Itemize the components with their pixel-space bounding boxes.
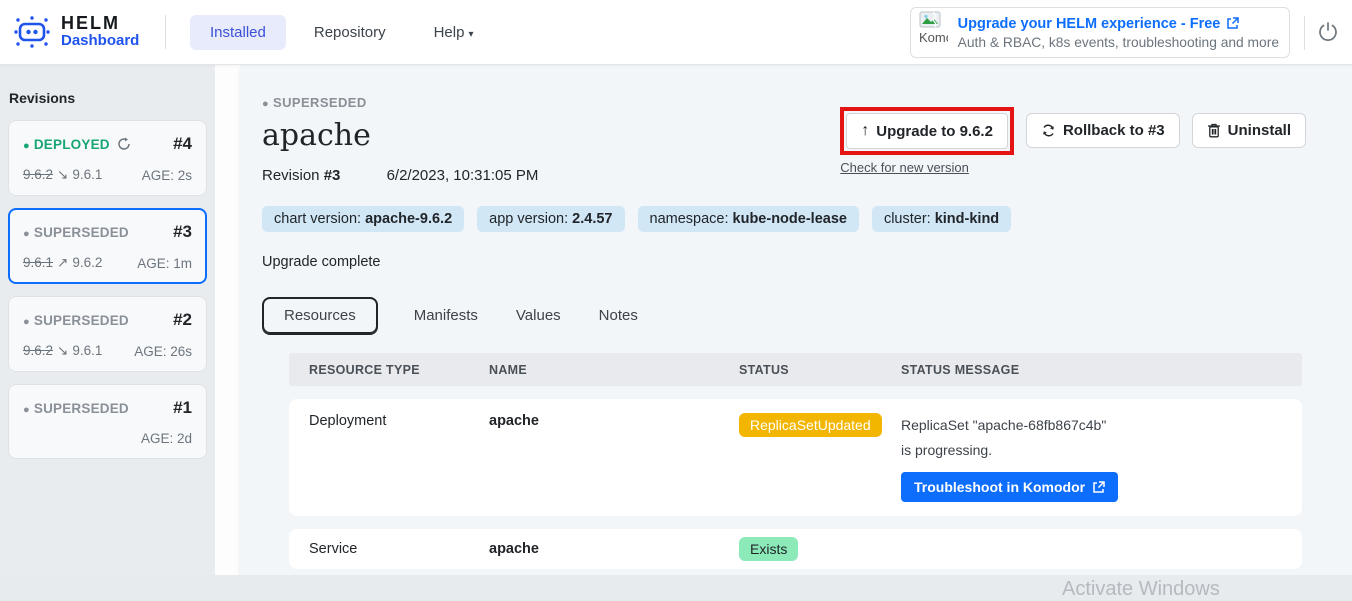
- helm-logo-icon: [12, 12, 52, 52]
- status-message-cell: ReplicaSet "apache-68fb867c4b" is progre…: [901, 413, 1116, 463]
- table-header-row: RESOURCE TYPE NAME STATUS STATUS MESSAGE: [289, 353, 1302, 386]
- status-dot-icon: ●: [23, 404, 30, 416]
- release-meta-chips: chart version: apache-9.6.2 app version:…: [262, 206, 1352, 232]
- logo-line2: Dashboard: [61, 33, 139, 50]
- revision-age: AGE: 1m: [137, 256, 192, 271]
- up-arrow-icon: ↑: [861, 122, 869, 140]
- upgrade-button[interactable]: ↑ Upgrade to 9.6.2: [846, 113, 1008, 149]
- status-dot-icon: ●: [23, 316, 30, 328]
- release-status-message: Upgrade complete: [262, 254, 1352, 270]
- external-link-icon: [1092, 481, 1105, 494]
- revision-card-2[interactable]: ●SUPERSEDED #2 9.6.2↘9.6.1 AGE: 26s: [8, 296, 207, 372]
- rollback-icon: [1041, 123, 1056, 138]
- resource-name-cell: apache: [489, 413, 739, 429]
- revision-number: #3: [173, 222, 192, 242]
- status-badge: Exists: [739, 537, 798, 561]
- revision-status: ●SUPERSEDED: [23, 313, 129, 328]
- rollback-button[interactable]: Rollback to #3: [1026, 113, 1180, 148]
- version-change: 9.6.1↗9.6.2: [23, 255, 102, 271]
- app-version-chip: app version: 2.4.57: [477, 206, 624, 232]
- bottom-band: Activate Windows: [0, 575, 1352, 601]
- revision-card-4[interactable]: ●DEPLOYED #4 9.6.2↘9.6.1 AGE: 2s: [8, 120, 207, 196]
- resource-name-cell: apache: [489, 541, 739, 557]
- revision-number: #4: [173, 134, 192, 154]
- namespace-chip: namespace: kube-node-lease: [638, 206, 859, 232]
- trend-down-icon: ↘: [57, 343, 68, 358]
- logo-line1: HELM: [61, 14, 139, 33]
- release-actions: ↑ Upgrade to 9.6.2 Check for new version…: [840, 107, 1306, 175]
- reload-icon: [117, 137, 131, 151]
- content-gutter: [215, 65, 240, 575]
- revision-number: #3: [324, 167, 341, 184]
- nav-item-help[interactable]: Help▾: [414, 15, 494, 50]
- activate-windows-watermark: Activate Windows: [1062, 578, 1220, 601]
- col-status: STATUS: [739, 363, 901, 377]
- release-detail-panel: ●SUPERSEDED apache Revision #3 6/2/2023,…: [240, 65, 1352, 575]
- resource-type-cell: Service: [309, 541, 489, 557]
- trend-up-icon: ↗: [57, 255, 68, 270]
- caret-down-icon: ▾: [468, 29, 473, 40]
- revision-status: ●DEPLOYED: [23, 137, 110, 152]
- komodor-broken-image: Komod: [919, 11, 948, 54]
- revision-status: ●SUPERSEDED: [23, 401, 129, 416]
- resource-type-cell: Deployment: [309, 413, 489, 429]
- power-icon[interactable]: [1317, 21, 1339, 43]
- revision-number: #1: [173, 398, 192, 418]
- version-change: 9.6.2↘9.6.1: [23, 343, 102, 359]
- tab-notes[interactable]: Notes: [597, 298, 640, 333]
- status-dot-icon: ●: [23, 140, 30, 152]
- komodor-image-alt-text: Komod: [919, 30, 948, 45]
- revision-number: #2: [173, 310, 192, 330]
- external-link-icon: [1226, 17, 1239, 30]
- tab-manifests[interactable]: Manifests: [412, 298, 480, 333]
- nav-divider: [165, 15, 166, 49]
- trend-down-icon: ↘: [57, 167, 68, 182]
- col-resource-type: RESOURCE TYPE: [309, 363, 489, 377]
- cluster-chip: cluster: kind-kind: [872, 206, 1011, 232]
- troubleshoot-komodor-button[interactable]: Troubleshoot in Komodor: [901, 472, 1118, 502]
- chart-version-chip: chart version: apache-9.6.2: [262, 206, 464, 232]
- status-badge: ReplicaSetUpdated: [739, 413, 882, 437]
- tab-values[interactable]: Values: [514, 298, 563, 333]
- status-dot-icon: ●: [262, 98, 269, 110]
- status-dot-icon: ●: [23, 228, 30, 240]
- helm-dashboard-logo[interactable]: HELM Dashboard: [0, 12, 165, 52]
- nav-item-repository[interactable]: Repository: [294, 15, 406, 50]
- revisions-sidebar: Revisions ●DEPLOYED #4 9.6.2↘9.6.1 AGE: …: [0, 65, 215, 601]
- nav-divider-right: [1304, 16, 1305, 50]
- revision-card-1[interactable]: ●SUPERSEDED #1 AGE: 2d: [8, 384, 207, 459]
- top-navbar: HELM Dashboard Installed Repository Help…: [0, 0, 1352, 65]
- komodor-promo-banner[interactable]: Komod Upgrade your HELM experience - Fre…: [910, 7, 1290, 58]
- upgrade-annotation-box: ↑ Upgrade to 9.6.2: [840, 107, 1014, 155]
- nav-item-installed[interactable]: Installed: [190, 15, 286, 50]
- detail-tabs: Resources Manifests Values Notes: [262, 297, 1352, 334]
- revision-age: AGE: 26s: [134, 344, 192, 359]
- check-new-version-link[interactable]: Check for new version: [840, 160, 1014, 175]
- uninstall-button[interactable]: Uninstall: [1192, 113, 1306, 148]
- revisions-title: Revisions: [9, 90, 207, 106]
- banner-title[interactable]: Upgrade your HELM experience - Free: [958, 16, 1279, 32]
- banner-subtitle: Auth & RBAC, k8s events, troubleshooting…: [958, 35, 1279, 50]
- table-row-deployment: Deployment apache ReplicaSetUpdated Repl…: [289, 399, 1302, 516]
- revision-card-3-selected[interactable]: ●SUPERSEDED #3 9.6.1↗9.6.2 AGE: 1m: [8, 208, 207, 284]
- table-row-service: Service apache Exists: [289, 529, 1302, 569]
- col-status-message: STATUS MESSAGE: [901, 363, 1302, 377]
- version-change: 9.6.2↘9.6.1: [23, 167, 102, 183]
- revision-status: ●SUPERSEDED: [23, 225, 129, 240]
- revision-age: AGE: 2s: [142, 168, 192, 183]
- revision-age: AGE: 2d: [141, 431, 192, 446]
- col-name: NAME: [489, 363, 739, 377]
- resources-table: RESOURCE TYPE NAME STATUS STATUS MESSAGE…: [289, 353, 1302, 569]
- revision-date: 6/2/2023, 10:31:05 PM: [387, 167, 539, 184]
- trash-icon: [1207, 123, 1221, 138]
- main-nav: Installed Repository Help▾: [190, 15, 493, 50]
- tab-resources[interactable]: Resources: [262, 297, 378, 334]
